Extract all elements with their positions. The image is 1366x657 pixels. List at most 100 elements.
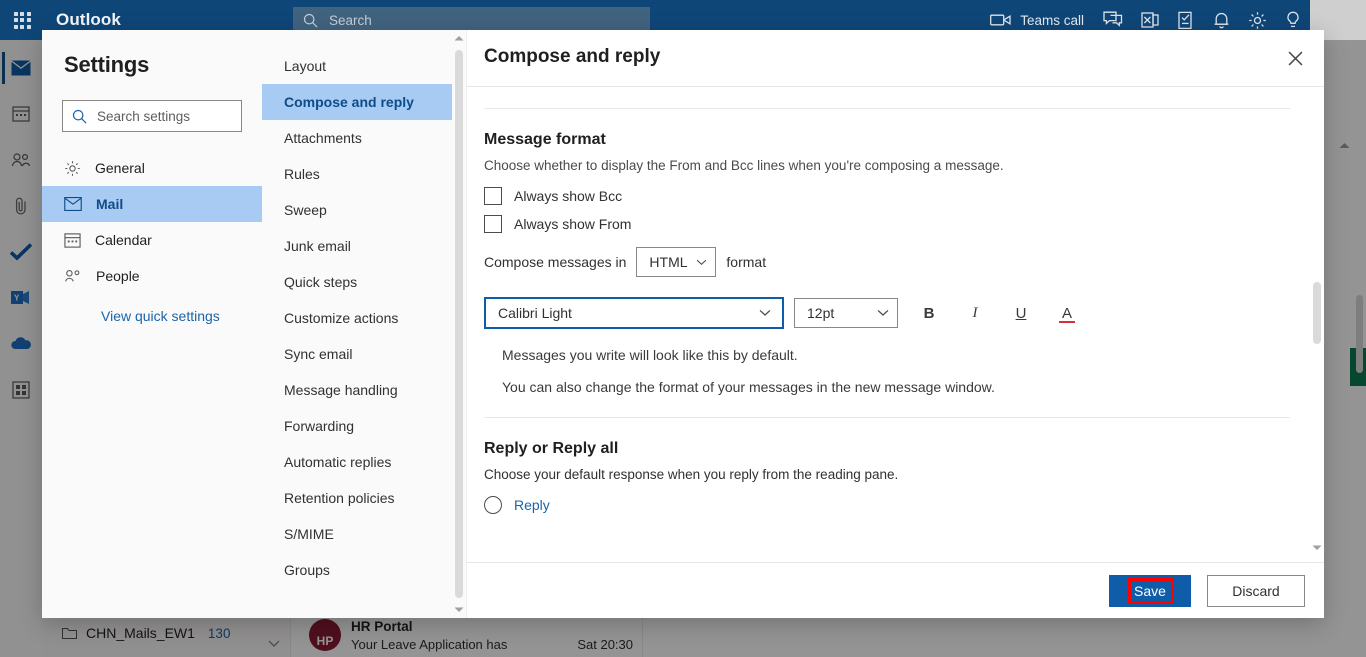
settings-search-placeholder: Search settings <box>97 108 191 124</box>
compose-prefix-label: Compose messages in <box>484 254 627 270</box>
settings-detail-panel: Compose and reply Message format Choose … <box>467 30 1324 618</box>
panel-scroll-down-icon[interactable] <box>1310 540 1324 556</box>
close-button[interactable] <box>1281 44 1309 72</box>
category-scroll-down-icon[interactable] <box>452 602 466 618</box>
compose-format-row: Compose messages in HTML format <box>484 247 1290 277</box>
font-color-letter: A <box>1061 304 1072 322</box>
save-button[interactable]: Save <box>1109 574 1191 607</box>
settings-search-input[interactable]: Search settings <box>62 100 242 132</box>
category-quick-steps[interactable]: Quick steps <box>262 264 466 300</box>
save-button-label: Save <box>1134 582 1166 599</box>
lightbulb-icon <box>1287 11 1299 27</box>
category-smime[interactable]: S/MIME <box>262 516 466 552</box>
settings-dialog: Settings Search settings General Mail Ca… <box>42 30 1324 618</box>
font-family-value: Calibri Light <box>498 305 572 321</box>
sidebar-item-label: People <box>96 268 140 284</box>
message-format-description: Choose whether to display the From and B… <box>484 158 1004 173</box>
bell-icon <box>1214 12 1229 28</box>
category-groups[interactable]: Groups <box>262 552 466 588</box>
font-size-dropdown[interactable]: 12pt <box>794 298 898 328</box>
font-toolbar: Calibri Light 12pt B I U A <box>484 297 1290 329</box>
radio-reply[interactable]: Reply <box>484 496 1290 514</box>
font-color-button[interactable]: A <box>1052 298 1082 328</box>
category-retention-policies[interactable]: Retention policies <box>262 480 466 516</box>
preview-line-1: Messages you write will look like this b… <box>502 347 798 363</box>
radio-label: Reply <box>514 497 550 513</box>
sidebar-item-general[interactable]: General <box>42 150 262 186</box>
settings-category-list: Layout Compose and reply Attachments Rul… <box>262 30 467 618</box>
reply-description: Choose your default response when you re… <box>484 467 899 482</box>
notes-icon <box>1178 11 1192 29</box>
category-scrollbar[interactable] <box>452 30 466 618</box>
sidebar-item-people[interactable]: People <box>42 258 262 294</box>
category-message-handling[interactable]: Message handling <box>262 372 466 408</box>
radio-circle-icon <box>484 496 502 514</box>
chat-icon <box>1103 11 1123 27</box>
search-icon <box>303 13 318 27</box>
font-preview: Messages you write will look like this b… <box>502 347 1290 395</box>
brand-outlook[interactable]: Outlook <box>56 10 121 30</box>
checkbox-always-show-from[interactable]: Always show From <box>484 215 1290 233</box>
gear-icon <box>65 160 80 176</box>
app-root: CHN_Mails_EW1 130 HP HR Portal Your Leav… <box>0 0 1366 657</box>
chevron-down-icon <box>877 309 889 316</box>
bold-button[interactable]: B <box>914 298 944 328</box>
sidebar-item-label: General <box>95 160 145 176</box>
view-quick-settings-link[interactable]: View quick settings <box>42 308 262 324</box>
mail-icon <box>64 197 82 211</box>
category-forwarding[interactable]: Forwarding <box>262 408 466 444</box>
reply-section: Reply or Reply all Choose your default r… <box>484 440 1290 514</box>
skype-icon <box>1141 12 1159 28</box>
font-size-value: 12pt <box>807 305 835 321</box>
discard-button[interactable]: Discard <box>1207 574 1305 607</box>
panel-footer: Save Discard <box>467 562 1324 618</box>
category-sweep[interactable]: Sweep <box>262 192 466 228</box>
compose-format-dropdown[interactable]: HTML <box>636 247 717 277</box>
sidebar-item-label: Mail <box>96 196 124 212</box>
panel-header: Compose and reply <box>467 30 1324 87</box>
underline-button[interactable]: U <box>1006 298 1036 328</box>
checkbox-box-icon <box>484 215 502 233</box>
checkbox-label: Always show From <box>514 216 632 232</box>
settings-primary-nav: Settings Search settings General Mail Ca… <box>42 30 262 618</box>
sidebar-item-mail[interactable]: Mail <box>42 186 262 222</box>
category-scroll-up-icon[interactable] <box>452 30 466 46</box>
category-sync-email[interactable]: Sync email <box>262 336 466 372</box>
compose-suffix-label: format <box>726 254 767 270</box>
category-customize-actions[interactable]: Customize actions <box>262 300 466 336</box>
app-launcher-button[interactable] <box>0 0 44 40</box>
preview-line-2: You can also change the format of your m… <box>502 379 995 395</box>
category-scroll-thumb[interactable] <box>455 50 463 598</box>
compose-format-value: HTML <box>649 254 688 270</box>
category-junk-email[interactable]: Junk email <box>262 228 466 264</box>
page-title: Settings <box>64 52 150 77</box>
category-automatic-replies[interactable]: Automatic replies <box>262 444 466 480</box>
section-divider-top <box>484 108 1290 109</box>
reply-heading: Reply or Reply all <box>484 440 619 457</box>
panel-title: Compose and reply <box>484 46 661 67</box>
people-icon <box>65 270 80 282</box>
waffle-icon <box>13 11 31 29</box>
checkbox-label: Always show Bcc <box>514 188 623 204</box>
message-format-heading: Message format <box>484 131 606 148</box>
teams-call-label: Teams call <box>1020 12 1084 28</box>
italic-button[interactable]: I <box>960 298 990 328</box>
panel-scroll-thumb[interactable] <box>1313 282 1321 344</box>
font-color-swatch <box>1059 321 1075 323</box>
font-family-dropdown[interactable]: Calibri Light <box>484 297 784 329</box>
panel-scroll-up-icon[interactable] <box>1310 86 1324 88</box>
calendar-icon <box>64 232 81 248</box>
checkbox-always-show-bcc[interactable]: Always show Bcc <box>484 187 1290 205</box>
category-rules[interactable]: Rules <box>262 156 466 192</box>
panel-scrollbar[interactable] <box>1310 86 1324 562</box>
message-format-section: Message format Choose whether to display… <box>484 131 1290 395</box>
category-layout[interactable]: Layout <box>262 48 466 84</box>
close-icon <box>1288 51 1302 65</box>
category-compose-and-reply[interactable]: Compose and reply <box>262 84 466 120</box>
search-placeholder: Search <box>329 12 372 28</box>
chevron-down-icon <box>697 259 707 265</box>
sidebar-item-calendar[interactable]: Calendar <box>42 222 262 258</box>
category-attachments[interactable]: Attachments <box>262 120 466 156</box>
gear-icon <box>1249 11 1266 29</box>
search-icon <box>72 109 87 123</box>
